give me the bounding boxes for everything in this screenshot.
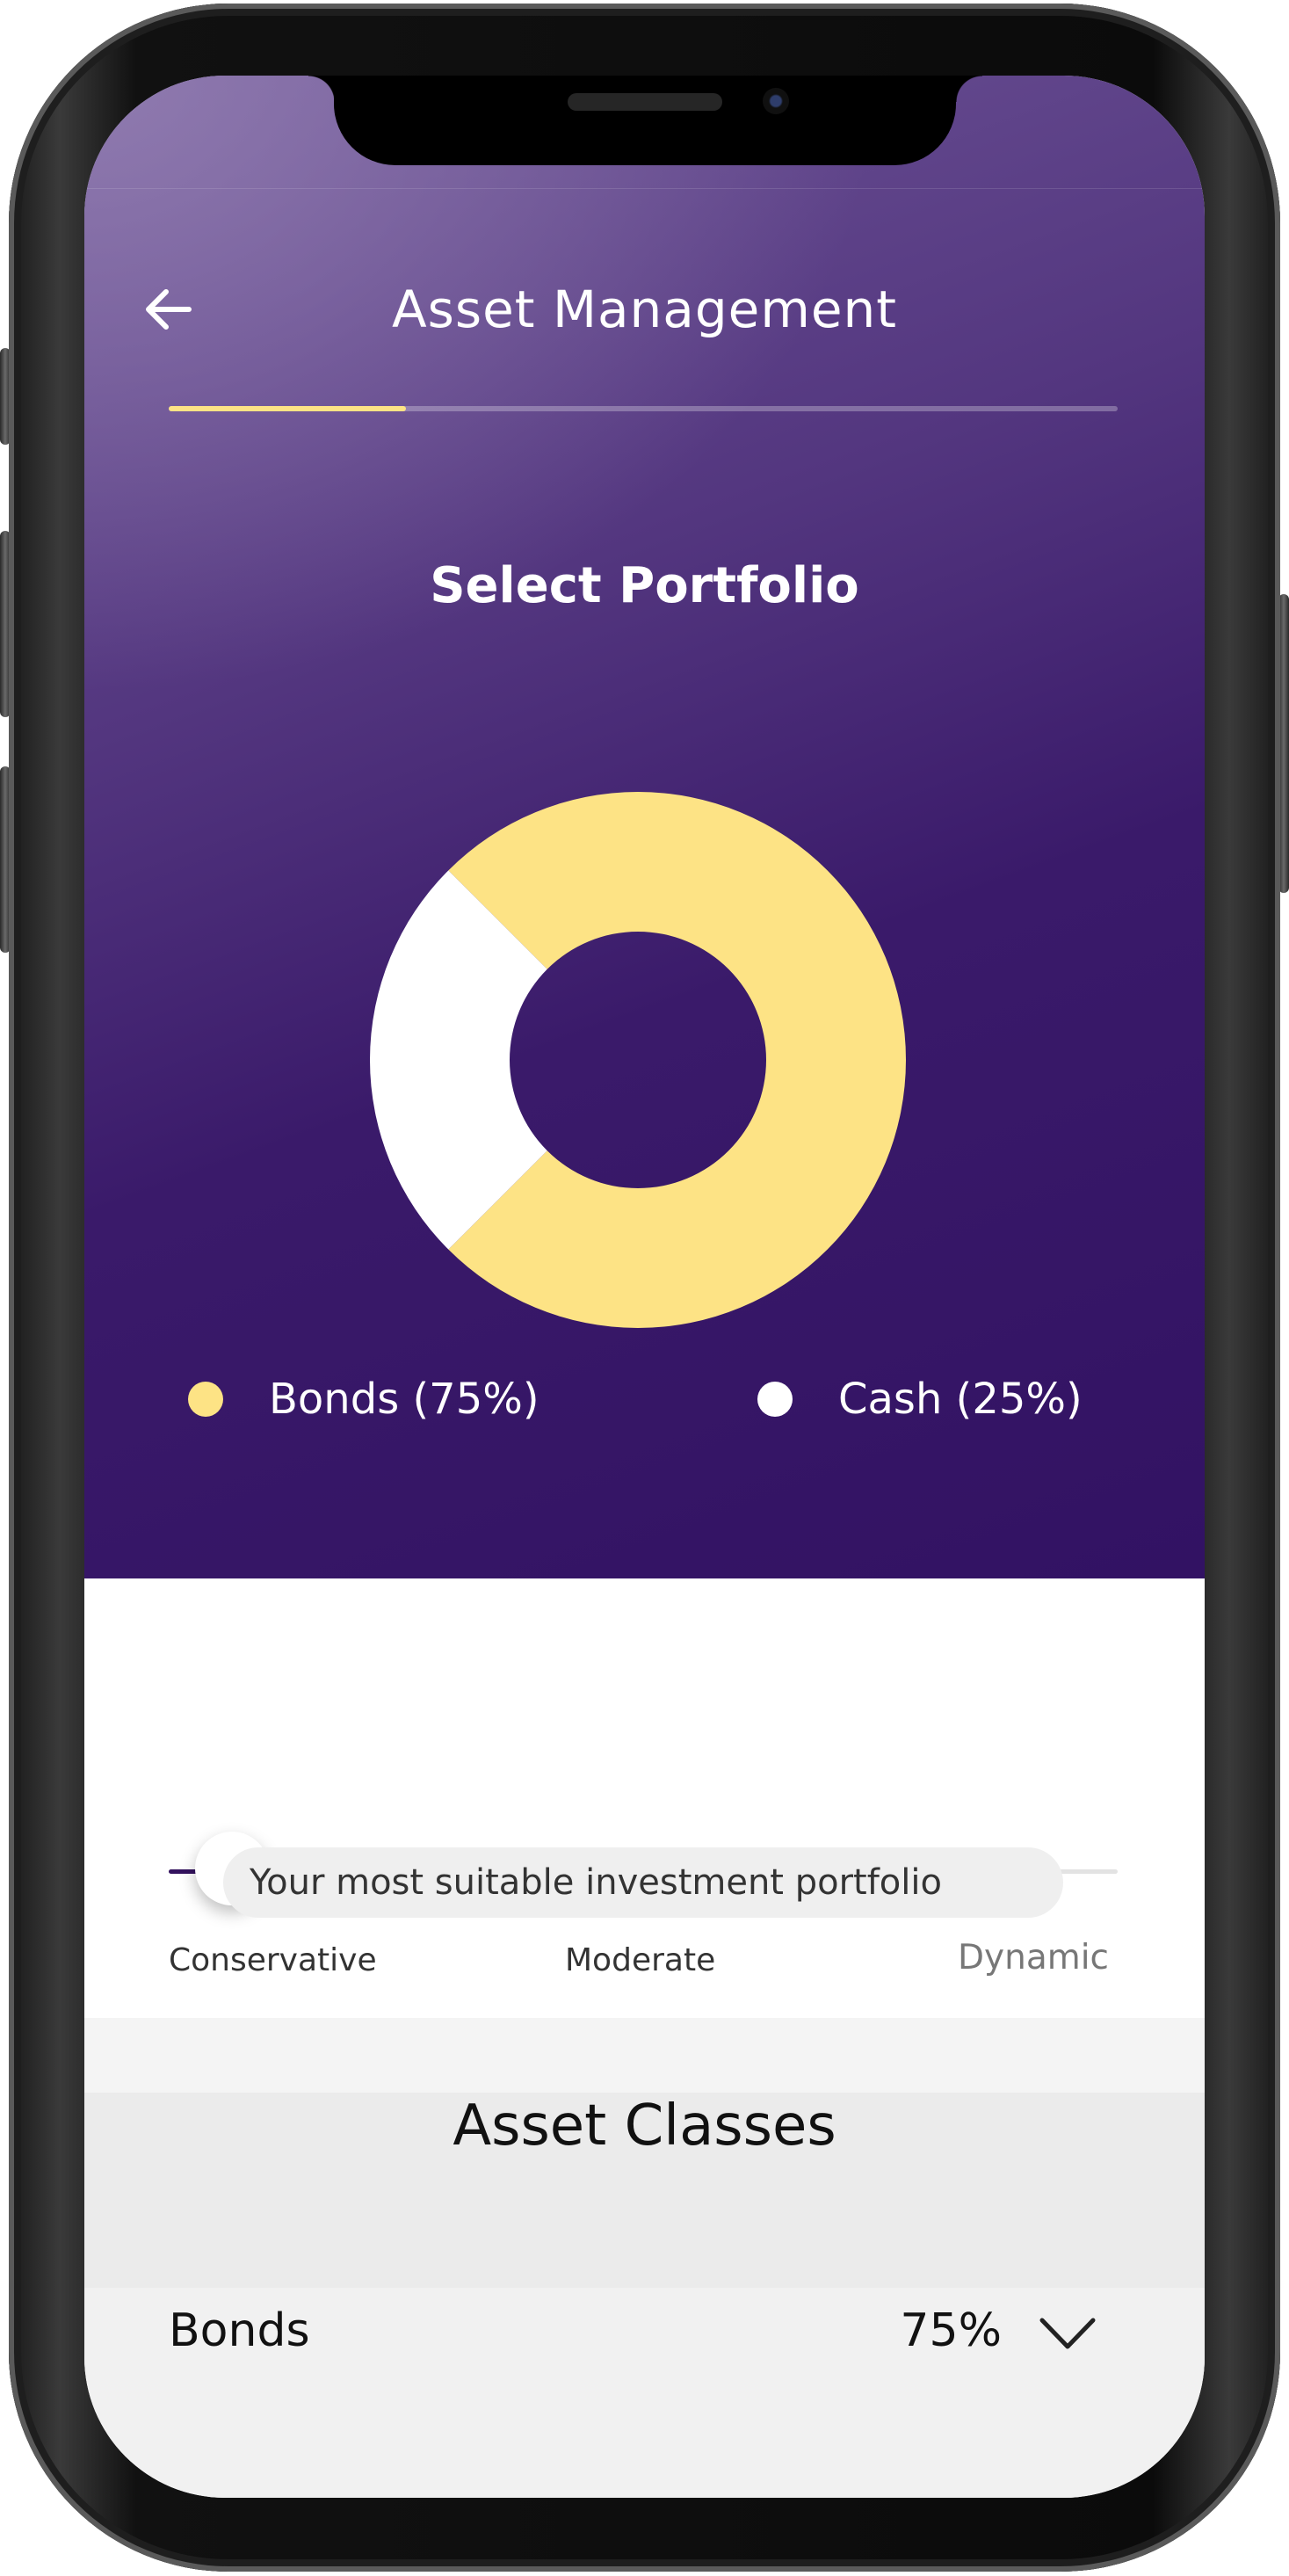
legend-label-cash: Cash (25%) bbox=[838, 1375, 1083, 1424]
legend-dot-cash bbox=[757, 1382, 793, 1417]
legend-label-bonds: Bonds (75%) bbox=[269, 1375, 539, 1424]
asset-classes-title: Asset Classes bbox=[453, 2093, 836, 2159]
page-title: Asset Management bbox=[391, 279, 898, 339]
chevron-down-icon bbox=[1039, 2318, 1096, 2349]
asset-name-bonds: Bonds bbox=[169, 2304, 310, 2357]
donut-slice-bonds[interactable] bbox=[448, 792, 907, 1328]
phone-notch bbox=[334, 76, 956, 165]
portfolio-donut-chart bbox=[370, 792, 907, 1328]
slider-label-moderate[interactable]: Moderate bbox=[565, 1942, 715, 1978]
progress-bar bbox=[169, 406, 1118, 411]
progress-fill bbox=[169, 406, 406, 411]
back-button[interactable] bbox=[142, 283, 195, 336]
slider-label-conservative[interactable]: Conservative bbox=[169, 1942, 377, 1978]
notch-corner-right bbox=[956, 76, 982, 102]
suggestion-text: Your most suitable investment portfolio bbox=[250, 1862, 942, 1903]
hero-panel: Asset Management Select Portfolio Bonds … bbox=[84, 76, 1205, 1578]
status-divider bbox=[84, 188, 1205, 189]
phone-mockup: Asset Management Select Portfolio Bonds … bbox=[0, 0, 1289, 2576]
legend-dot-bonds bbox=[188, 1382, 223, 1417]
slider-label-dynamic[interactable]: Dynamic bbox=[958, 1938, 1109, 1977]
section-title: Select Portfolio bbox=[430, 557, 859, 614]
asset-value-bonds: 75% bbox=[900, 2304, 1002, 2357]
legend-item-bonds: Bonds (75%) bbox=[188, 1375, 539, 1424]
front-camera bbox=[763, 88, 789, 114]
suggestion-pill: Your most suitable investment portfolio bbox=[223, 1847, 1063, 1918]
notch-corner-left bbox=[308, 76, 335, 102]
expand-button[interactable] bbox=[1037, 2313, 1098, 2354]
speaker-grille bbox=[568, 93, 722, 111]
arrow-left-icon bbox=[146, 289, 192, 330]
legend-item-cash: Cash (25%) bbox=[757, 1375, 1083, 1424]
